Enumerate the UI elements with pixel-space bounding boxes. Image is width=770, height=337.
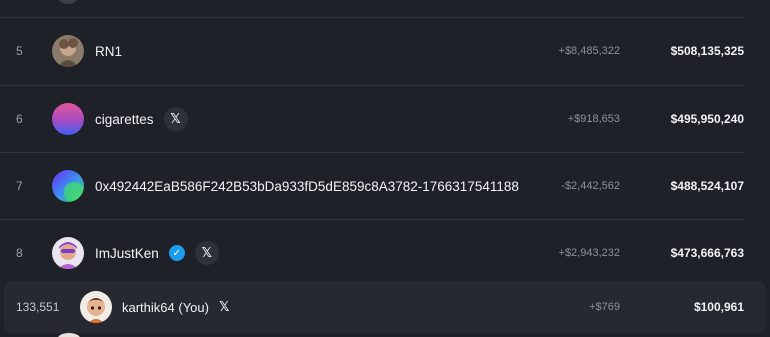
x-icon[interactable]: 𝕏 [163, 107, 188, 131]
rank-number: 8 [16, 246, 23, 260]
profit-loss: +$2,943,232 [558, 247, 620, 259]
user-name-group: RN1 [95, 18, 122, 84]
profit-loss: +$8,485,322 [558, 45, 620, 57]
leaderboard-row[interactable]: 5 RN1 +$8,485,322 $508,135,325 [0, 18, 770, 84]
rank-number: 5 [16, 44, 23, 58]
current-user-row[interactable]: 133,551 karthik64 (You) 𝕏 +$769 $100,961 [4, 281, 766, 333]
leaderboard: 5 RN1 +$8,485,322 $508,135,325 6 cigaret… [0, 0, 770, 337]
leaderboard-row[interactable]: 7 0x492442EaB586F242B53bDa933fD5dE859c8A… [0, 153, 770, 219]
rank-number: 133,551 [16, 300, 60, 314]
user-name-group: cigarettes 𝕏 [95, 86, 188, 152]
user-name[interactable]: 0x492442EaB586F242B53bDa933fD5dE859c8A37… [95, 179, 519, 194]
volume: $488,524,107 [670, 179, 744, 193]
profit-loss: +$769 [589, 301, 620, 313]
volume: $100,961 [693, 300, 744, 314]
user-name[interactable]: ImJustKen [95, 246, 159, 261]
avatar[interactable] [52, 103, 84, 135]
verified-badge-icon: ✓ [168, 245, 185, 261]
user-name[interactable]: RN1 [95, 44, 122, 59]
avatar[interactable] [52, 35, 84, 67]
leaderboard-row[interactable]: 8 ImJustKen ✓ 𝕏 +$2,943,232 $473,666,763 [0, 220, 770, 286]
profit-loss: +$918,653 [567, 113, 620, 125]
avatar[interactable] [80, 291, 112, 323]
avatar-partial [58, 333, 80, 337]
user-name[interactable]: cigarettes [95, 112, 154, 127]
user-name-group: karthik64 (You) 𝕏 [122, 281, 229, 333]
avatar-partial [58, 0, 78, 4]
user-name-group: 0x492442EaB586F242B53bDa933fD5dE859c8A37… [95, 153, 519, 219]
profit-loss: -$2,442,562 [561, 180, 620, 192]
x-icon[interactable]: 𝕏 [194, 241, 219, 265]
volume: $495,950,240 [670, 112, 744, 126]
volume: $508,135,325 [670, 44, 744, 58]
rank-number: 6 [16, 112, 23, 126]
avatar[interactable] [52, 237, 84, 269]
x-icon[interactable]: 𝕏 [219, 299, 229, 315]
rank-number: 7 [16, 179, 23, 193]
volume: $473,666,763 [670, 246, 744, 260]
user-name-group: ImJustKen ✓ 𝕏 [95, 220, 219, 286]
leaderboard-row[interactable]: 6 cigarettes 𝕏 +$918,653 $495,950,240 [0, 86, 770, 152]
user-name[interactable]: karthik64 (You) [122, 300, 209, 315]
avatar[interactable] [52, 170, 84, 202]
